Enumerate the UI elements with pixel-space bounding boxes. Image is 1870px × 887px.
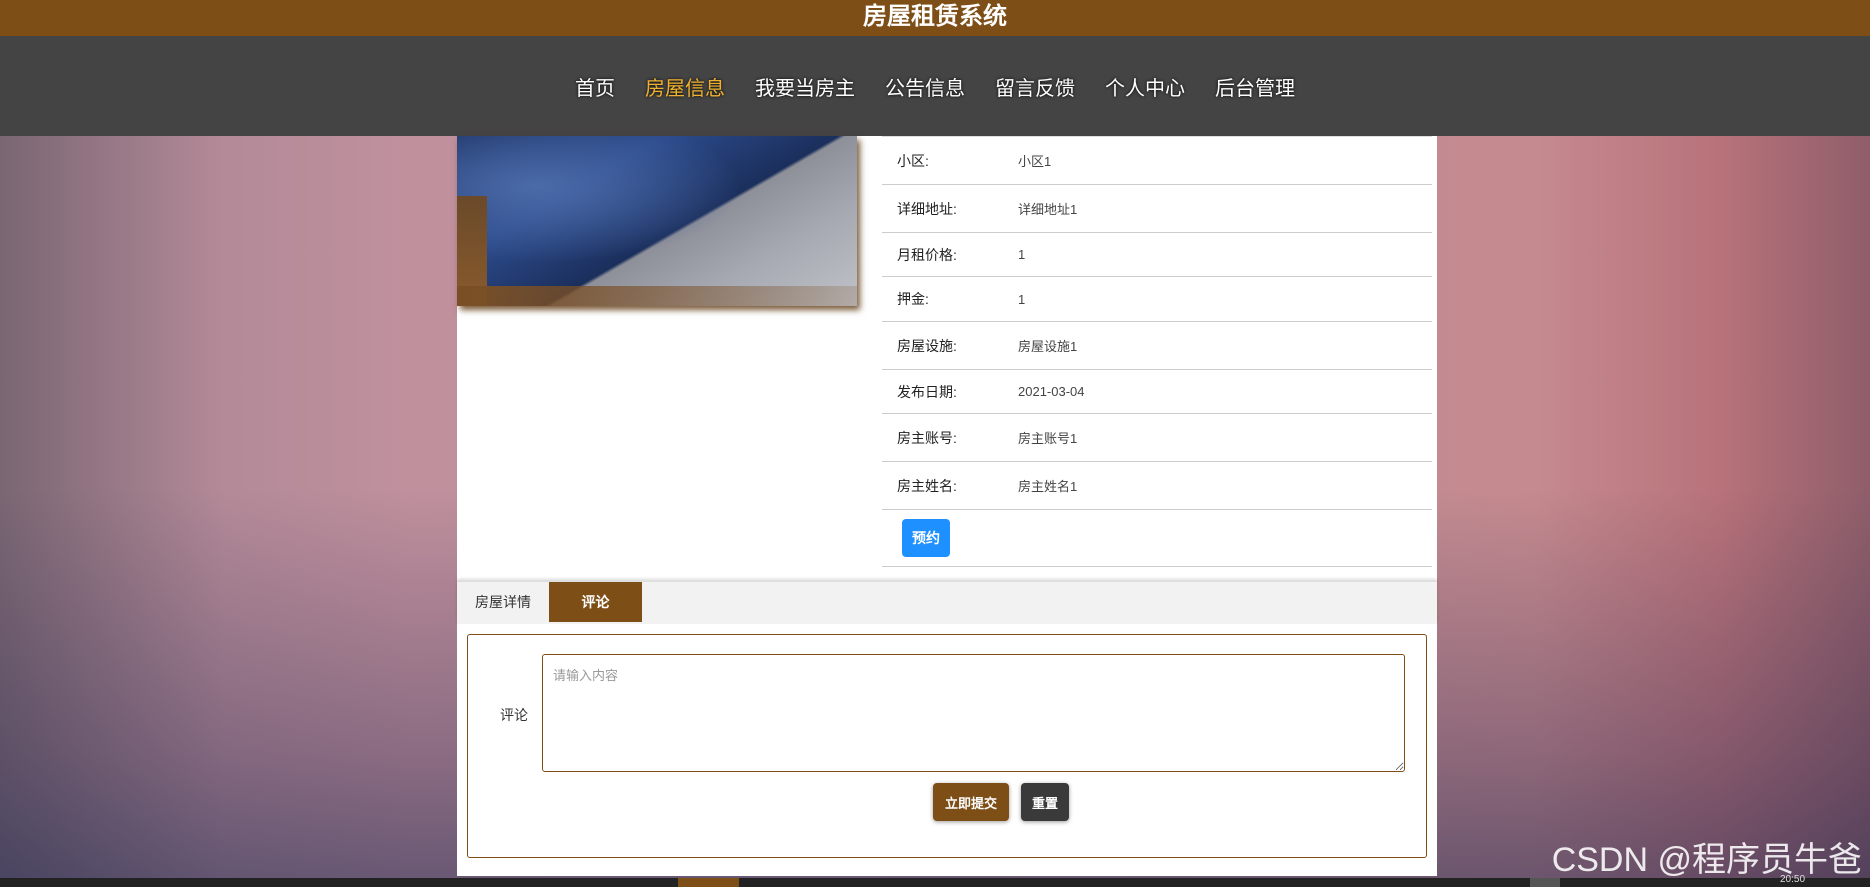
tab-comments[interactable]: 评论 [549,582,642,622]
nav-item-home[interactable]: 首页 [569,62,621,111]
detail-row-publish-date: 发布日期: 2021-03-04 [882,370,1432,414]
nav-item-personal-center[interactable]: 个人中心 [1099,62,1191,111]
detail-label: 发布日期: [897,383,957,400]
detail-row-monthly-rent: 月租价格: 1 [882,233,1432,277]
detail-row-landlord-account: 房主账号: 房主账号1 [882,414,1432,462]
detail-tabs: 房屋详情 评论 [457,581,1437,624]
detail-label: 押金: [897,291,929,307]
detail-label: 房屋设施: [897,337,957,354]
content-panel: 小区: 小区1 详细地址: 详细地址1 月租价格: 1 押金: 1 房屋设施: … [457,136,1437,876]
tab-house-details[interactable]: 房屋详情 [457,582,549,622]
site-title: 房屋租赁系统 [0,0,1870,36]
reserve-row: 预约 [882,510,1432,567]
detail-row-address: 详细地址: 详细地址1 [882,185,1432,233]
detail-label: 小区: [897,152,929,169]
nav-item-become-landlord[interactable]: 我要当房主 [749,62,861,111]
nav-item-feedback[interactable]: 留言反馈 [989,62,1081,111]
detail-value: 房主账号1 [1018,431,1078,446]
detail-value: 详细地址1 [1018,202,1078,217]
detail-value: 2021-03-04 [1018,384,1085,399]
comment-label: 评论 [500,707,528,723]
detail-label: 详细地址: [897,200,957,217]
detail-value: 小区1 [1018,154,1052,169]
reserve-button[interactable]: 预约 [902,519,950,557]
comment-form: 评论 立即提交 重置 [467,634,1427,858]
detail-value: 1 [1018,291,1026,307]
detail-label: 房主账号: [897,429,957,446]
watermark: CSDN @程序员牛爸 [1551,841,1862,879]
detail-row-deposit: 押金: 1 [882,277,1432,322]
nav-item-admin[interactable]: 后台管理 [1209,62,1301,111]
photo-floor [457,286,857,306]
nav-item-house-info[interactable]: 房屋信息 [639,62,731,111]
detail-row-facilities: 房屋设施: 房屋设施1 [882,322,1432,370]
house-detail-table: 小区: 小区1 详细地址: 详细地址1 月租价格: 1 押金: 1 房屋设施: … [882,136,1432,567]
nav-item-announcements[interactable]: 公告信息 [879,62,971,111]
detail-value: 房屋设施1 [1018,339,1078,354]
comment-input[interactable] [542,654,1405,772]
taskbar-active-app[interactable] [678,878,739,887]
detail-row-community: 小区: 小区1 [882,137,1432,185]
detail-value: 1 [1018,247,1026,262]
detail-label: 房主姓名: [897,477,957,494]
detail-value: 房主姓名1 [1018,479,1078,494]
detail-row-landlord-name: 房主姓名: 房主姓名1 [882,462,1432,510]
detail-label: 月租价格: [897,246,957,263]
reset-button[interactable]: 重置 [1021,783,1069,821]
main-nav: 首页 房屋信息 我要当房主 公告信息 留言反馈 个人中心 后台管理 [0,36,1870,136]
house-photo [457,136,857,306]
submit-button[interactable]: 立即提交 [933,783,1009,821]
